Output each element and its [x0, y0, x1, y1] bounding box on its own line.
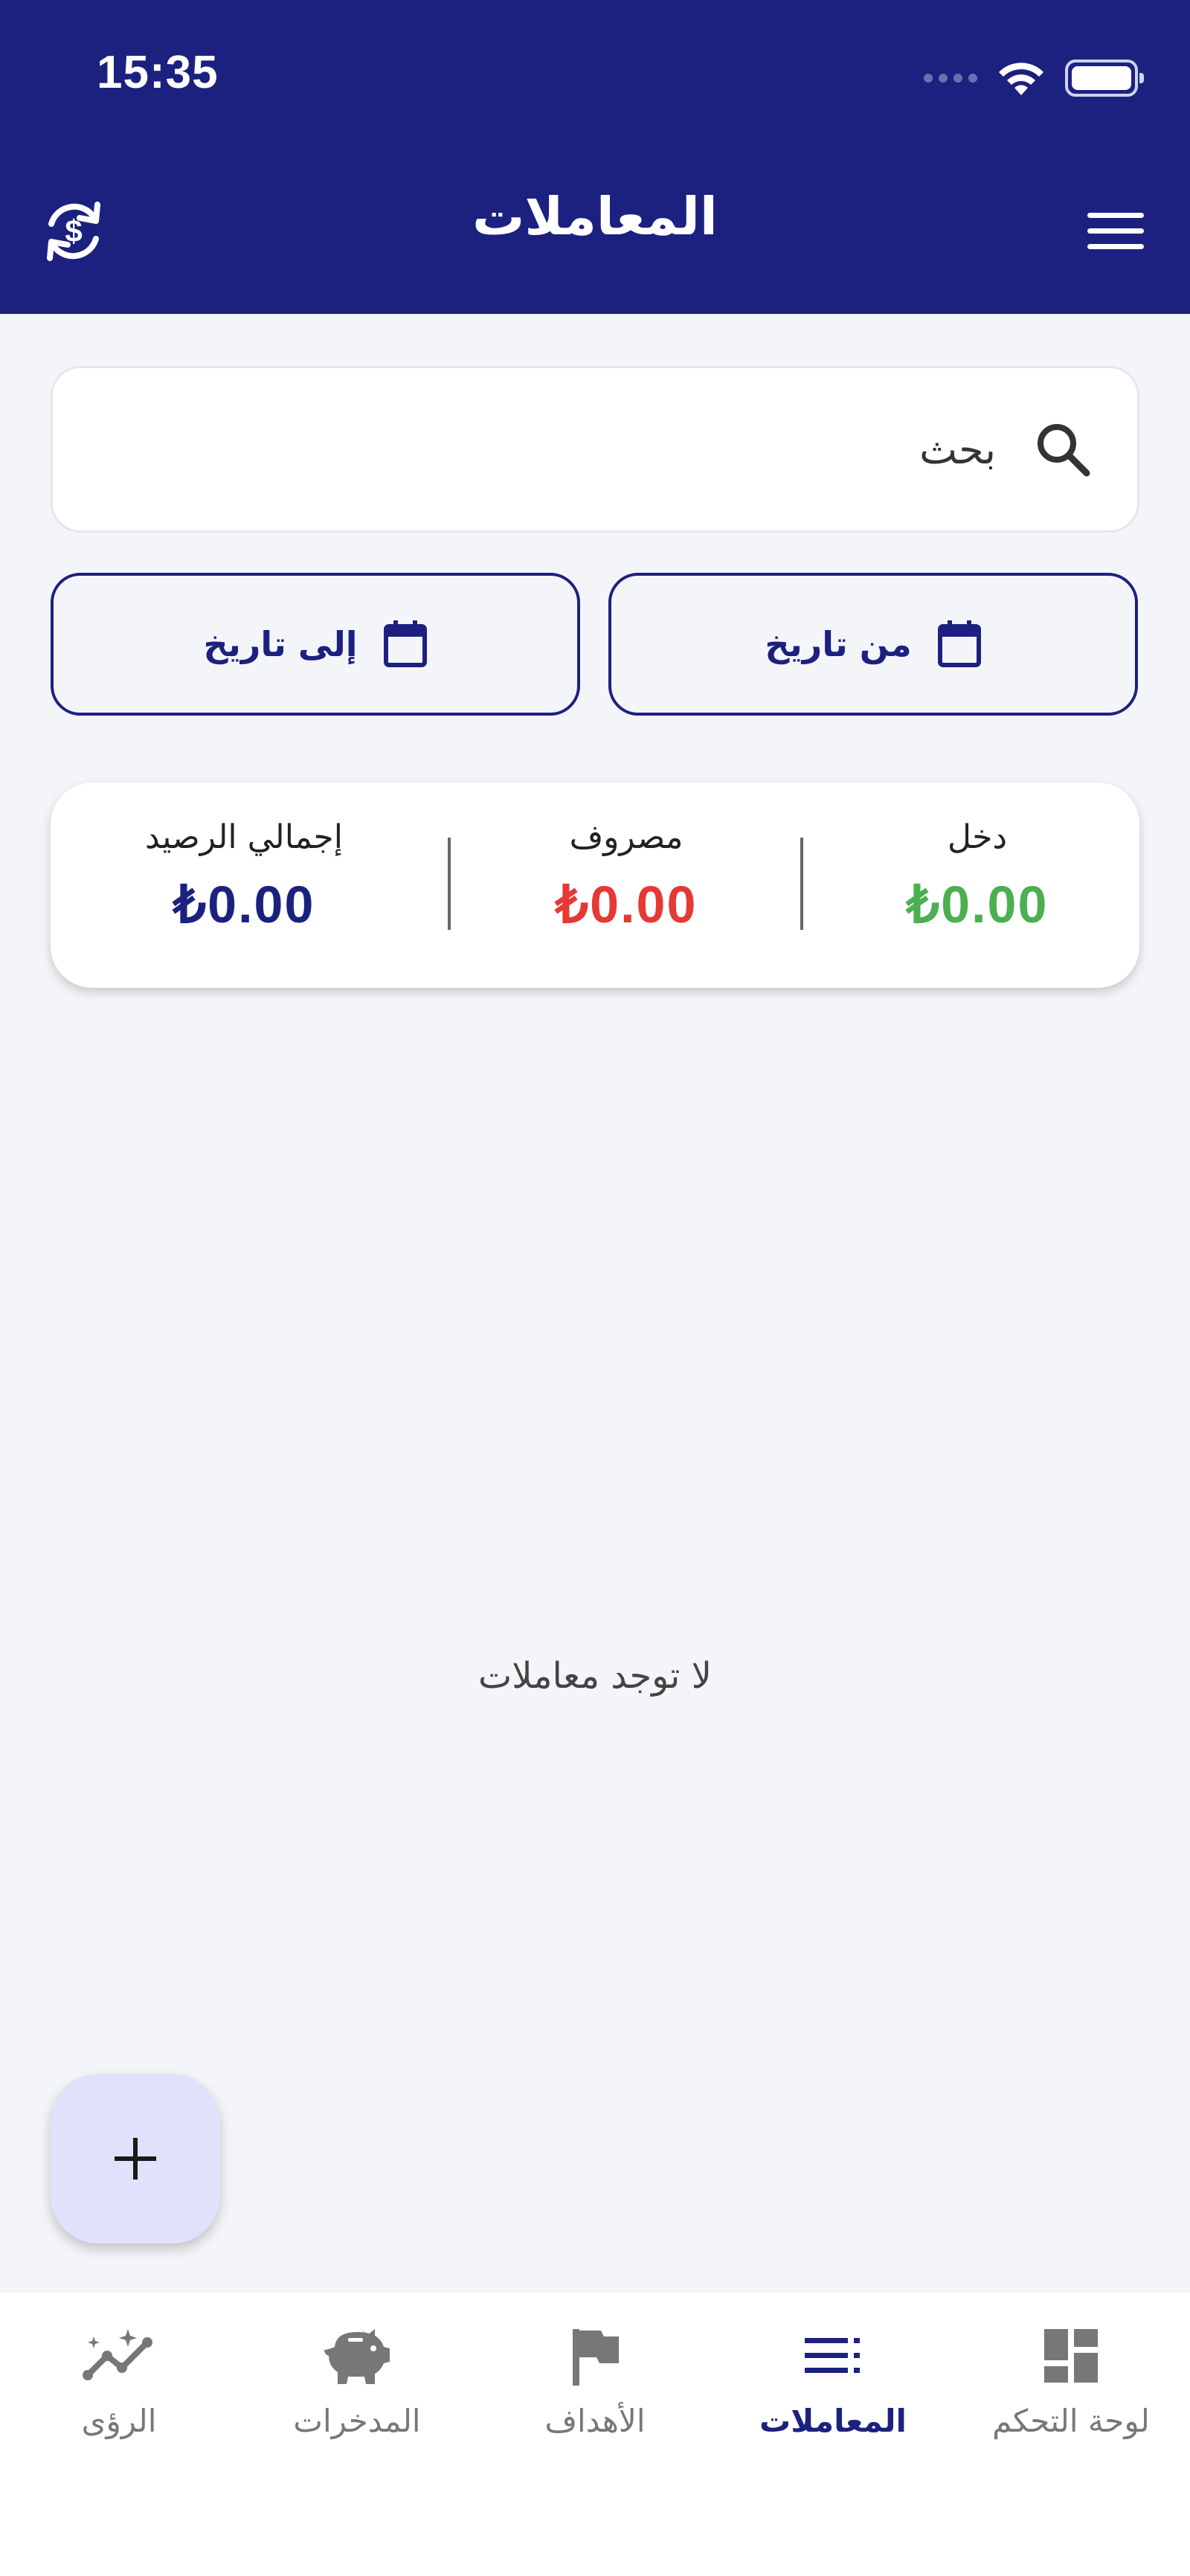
search-input[interactable] — [89, 425, 996, 473]
flag-icon — [573, 2329, 619, 2386]
menu-button[interactable] — [1078, 201, 1153, 260]
page-title: المعاملات — [472, 186, 718, 247]
nav-item-dashboard[interactable]: لوحة التحكم — [952, 2322, 1190, 2439]
bottom-navigation: الرؤى المدخرات الأهداف المعاملات لوحة ال… — [0, 2293, 1190, 2576]
add-transaction-button[interactable] — [51, 2074, 220, 2243]
status-icons — [924, 52, 1144, 104]
nav-item-insights[interactable]: الرؤى — [0, 2322, 238, 2439]
from-date-label: من تاريخ — [765, 624, 912, 664]
to-date-label: إلى تاريخ — [203, 624, 358, 664]
total-label: إجمالي الرصيد — [145, 818, 343, 856]
status-time: 15:35 — [97, 47, 219, 98]
insights-icon — [83, 2329, 152, 2380]
nav-item-goals[interactable]: الأهداف — [476, 2322, 714, 2439]
from-date-button[interactable]: من تاريخ — [608, 573, 1138, 716]
nav-item-savings[interactable]: المدخرات — [238, 2322, 476, 2439]
expense-label: مصروف — [569, 818, 684, 856]
piggy-bank-icon — [324, 2328, 390, 2384]
income-label: دخل — [947, 818, 1008, 856]
summary-card: دخل ₺0.00 مصروف ₺0.00 إجمالي الرصيد ₺0.0… — [51, 783, 1139, 988]
empty-state-text: لا توجد معاملات — [478, 1655, 712, 1697]
total-value: ₺0.00 — [173, 876, 315, 934]
nav-label: الرؤى — [81, 2403, 157, 2439]
expense-summary: مصروف ₺0.00 — [477, 818, 775, 935]
summary-divider — [800, 838, 803, 930]
nav-label: المعاملات — [759, 2403, 907, 2439]
plus-icon — [115, 2138, 156, 2180]
nav-label: الأهداف — [544, 2403, 646, 2439]
wifi-icon — [999, 62, 1043, 95]
calendar-icon — [383, 620, 427, 667]
battery-icon — [1065, 60, 1144, 97]
income-summary: دخل ₺0.00 — [829, 818, 1126, 935]
list-icon — [805, 2338, 860, 2373]
summary-divider — [448, 838, 451, 930]
calendar-icon — [937, 620, 981, 667]
signal-icon — [924, 74, 977, 83]
menu-icon — [1087, 212, 1144, 218]
nav-label: لوحة التحكم — [992, 2403, 1150, 2439]
expense-value: ₺0.00 — [555, 876, 698, 934]
search-box[interactable] — [51, 366, 1139, 533]
income-value: ₺0.00 — [906, 876, 1049, 934]
dashboard-icon — [1044, 2329, 1098, 2383]
to-date-button[interactable]: إلى تاريخ — [51, 573, 580, 716]
nav-item-transactions[interactable]: المعاملات — [714, 2322, 952, 2439]
nav-label: المدخرات — [293, 2403, 421, 2439]
app-header: 15:35 $ المعاملات — [0, 0, 1190, 314]
search-icon — [1038, 424, 1090, 477]
total-summary: إجمالي الرصيد ₺0.00 — [95, 818, 393, 935]
